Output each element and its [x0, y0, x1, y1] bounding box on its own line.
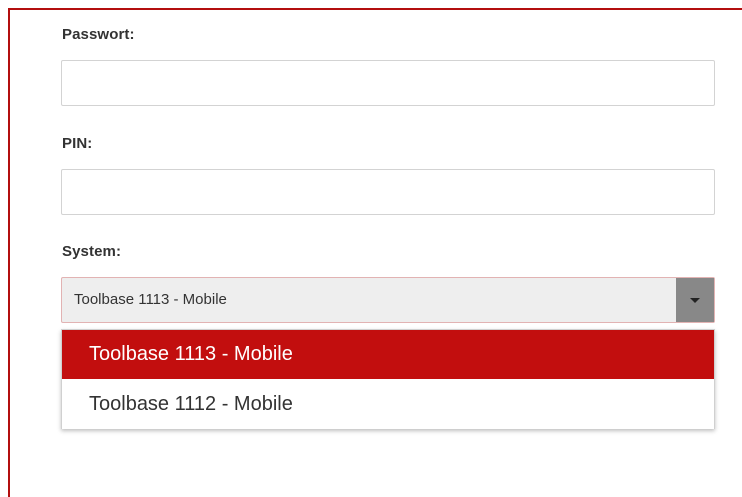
password-input[interactable] — [61, 60, 715, 106]
pin-input[interactable] — [61, 169, 715, 215]
system-dropdown-list: Toolbase 1113 - Mobile Toolbase 1112 - M… — [61, 329, 715, 429]
password-label: Passwort: — [62, 26, 135, 43]
dropdown-option-1113[interactable]: Toolbase 1113 - Mobile — [62, 330, 714, 379]
system-label: System: — [62, 243, 122, 260]
dropdown-option-1112[interactable]: Toolbase 1112 - Mobile — [62, 380, 714, 429]
chevron-down-icon — [690, 297, 700, 303]
system-select[interactable]: Toolbase 1113 - Mobile — [61, 277, 715, 323]
system-select-value: Toolbase 1113 - Mobile — [74, 291, 227, 308]
select-arrow-button[interactable] — [676, 278, 714, 322]
pin-label: PIN: — [62, 135, 93, 152]
